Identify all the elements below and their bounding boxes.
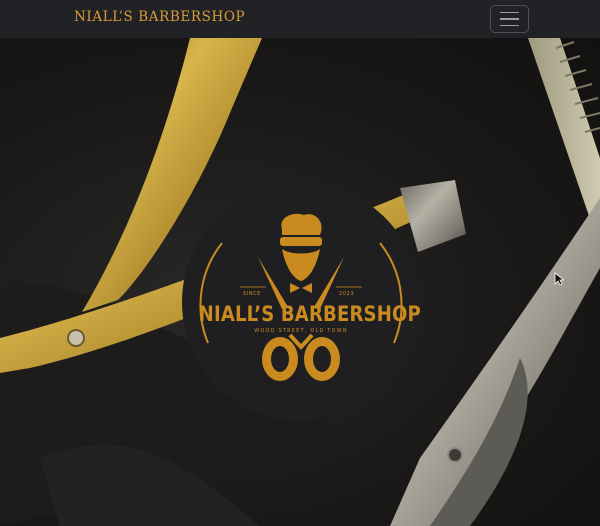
logo-since-label: SINCE: [243, 291, 262, 297]
top-navbar: NIALL’S BARBERSHOP: [0, 0, 600, 38]
brand-link[interactable]: NIALL’S BARBERSHOP: [74, 9, 245, 25]
barbershop-logo: SINCE 2023 NIALL’S BARBERSHOP WOOD STREE…: [182, 183, 421, 421]
hero-section: SINCE 2023 NIALL’S BARBERSHOP WOOD STREE…: [0, 38, 600, 526]
hamburger-icon: [500, 11, 519, 14]
logo-subtitle: WOOD STREET, OLD TOWN: [254, 328, 348, 334]
mouse-cursor-icon: [554, 272, 564, 286]
logo-title: NIALL’S BARBERSHOP: [198, 302, 421, 326]
menu-toggle-button[interactable]: [490, 5, 529, 33]
hamburger-icon-line: [500, 24, 519, 27]
logo-year-label: 2023: [339, 291, 355, 297]
hamburger-icon-line: [500, 18, 519, 20]
